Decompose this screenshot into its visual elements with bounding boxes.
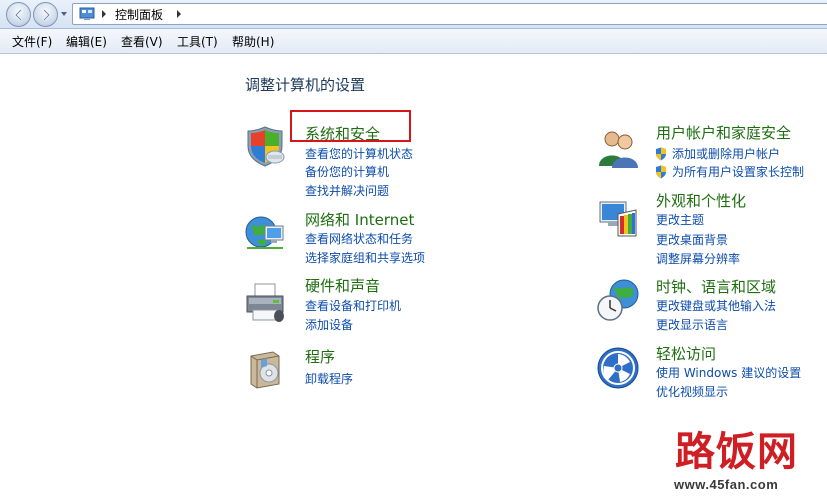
link-view-computer-status[interactable]: 查看您的计算机状态 xyxy=(305,147,413,162)
menu-help[interactable]: 帮助(H) xyxy=(232,34,274,50)
arrow-left-icon xyxy=(13,8,22,21)
category-network-internet-title[interactable]: 网络和 Internet xyxy=(305,211,414,229)
link-adjust-resolution[interactable]: 调整屏幕分辨率 xyxy=(656,252,740,267)
uac-shield-icon xyxy=(656,147,666,161)
link-add-device[interactable]: 添加设备 xyxy=(305,318,353,333)
menu-view[interactable]: 查看(V) xyxy=(121,34,163,50)
breadcrumb-chevron-icon[interactable] xyxy=(176,10,182,18)
link-add-remove-users[interactable]: 添加或删除用户帐户 xyxy=(672,147,780,162)
link-homegroup-sharing[interactable]: 选择家庭组和共享选项 xyxy=(305,251,425,266)
category-clock-language-title[interactable]: 时钟、语言和区域 xyxy=(656,278,776,296)
breadcrumb-control-panel[interactable]: 控制面板 xyxy=(115,7,163,23)
display-palette-icon[interactable] xyxy=(596,196,640,240)
uac-shield-icon xyxy=(656,165,666,179)
menu-edit[interactable]: 编辑(E) xyxy=(66,34,107,50)
link-change-desktop-background[interactable]: 更改桌面背景 xyxy=(656,233,728,248)
address-bar: 控制面板 xyxy=(0,0,827,29)
network-globe-icon[interactable] xyxy=(243,212,287,256)
control-panel-icon xyxy=(79,7,95,20)
link-windows-recommended-settings[interactable]: 使用 Windows 建议的设置 xyxy=(656,366,801,381)
link-change-keyboard-input[interactable]: 更改键盘或其他输入法 xyxy=(656,299,776,314)
arrow-right-icon xyxy=(42,8,51,21)
link-parental-controls[interactable]: 为所有用户设置家长控制 xyxy=(672,165,804,180)
menu-file[interactable]: 文件(F) xyxy=(12,34,52,50)
link-change-display-language[interactable]: 更改显示语言 xyxy=(656,318,728,333)
ease-of-access-icon[interactable] xyxy=(596,346,640,390)
link-devices-printers[interactable]: 查看设备和打印机 xyxy=(305,299,401,314)
shield-icon[interactable] xyxy=(243,124,287,168)
forward-button[interactable] xyxy=(33,2,58,27)
category-ease-of-access-title[interactable]: 轻松访问 xyxy=(656,345,716,363)
back-button[interactable] xyxy=(6,2,31,27)
link-view-network-status[interactable]: 查看网络状态和任务 xyxy=(305,232,413,247)
link-uninstall-program[interactable]: 卸载程序 xyxy=(305,372,353,387)
highlight-annotation-box xyxy=(290,110,411,142)
users-icon[interactable] xyxy=(596,126,640,170)
link-change-theme[interactable]: 更改主题 xyxy=(656,213,704,228)
programs-box-icon[interactable] xyxy=(243,346,287,390)
recent-pages-dropdown-icon[interactable] xyxy=(60,10,68,18)
link-backup-computer[interactable]: 备份您的计算机 xyxy=(305,165,389,180)
page-title: 调整计算机的设置 xyxy=(245,76,366,94)
menu-bar: 文件(F) 编辑(E) 查看(V) 工具(T) 帮助(H) xyxy=(0,29,827,54)
category-hardware-sound-title[interactable]: 硬件和声音 xyxy=(305,277,380,295)
address-field[interactable]: 控制面板 xyxy=(72,3,827,25)
breadcrumb-chevron-icon[interactable] xyxy=(101,10,107,18)
watermark-logo: 路饭网 xyxy=(675,429,798,475)
link-optimize-display[interactable]: 优化视频显示 xyxy=(656,385,728,400)
link-troubleshoot[interactable]: 查找并解决问题 xyxy=(305,184,389,199)
printer-icon[interactable] xyxy=(243,280,287,324)
menu-tools[interactable]: 工具(T) xyxy=(177,34,218,50)
category-programs-title[interactable]: 程序 xyxy=(305,348,335,366)
watermark-url: www.45fan.com xyxy=(674,477,779,492)
clock-globe-icon[interactable] xyxy=(596,278,640,322)
category-user-accounts-title[interactable]: 用户帐户和家庭安全 xyxy=(656,124,791,142)
category-appearance-title[interactable]: 外观和个性化 xyxy=(656,192,746,210)
